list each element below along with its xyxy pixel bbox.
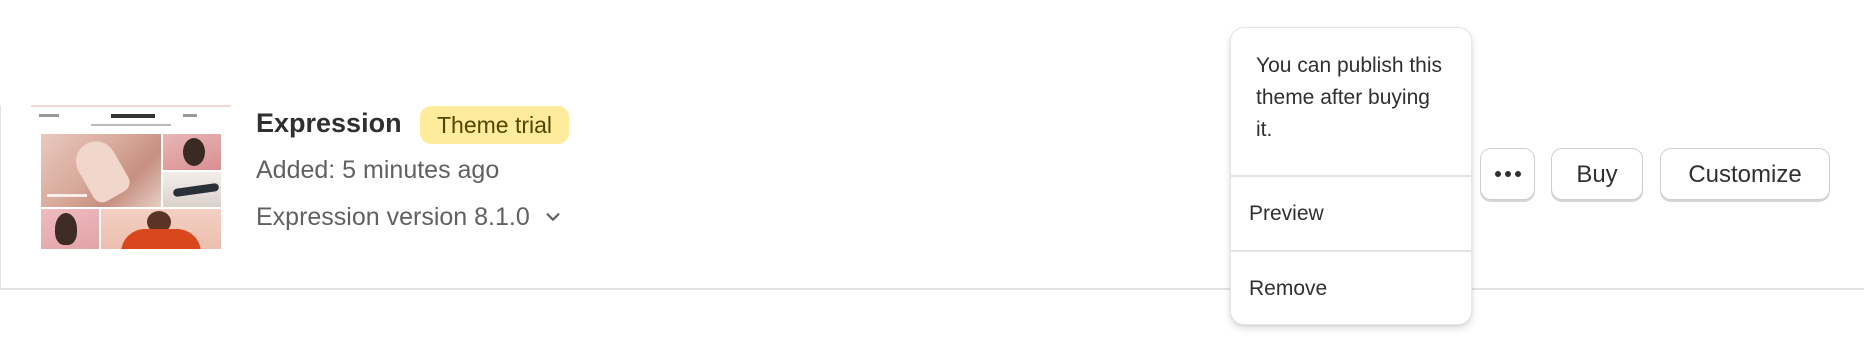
thumbnail-hero-image — [41, 134, 161, 207]
theme-name: Expression — [256, 108, 402, 138]
theme-version-label: Expression version 8.1.0 — [256, 203, 530, 231]
thumbnail-menu — [91, 124, 171, 126]
remove-menu-item[interactable]: Remove — [1231, 250, 1471, 323]
ellipsis-icon — [1481, 149, 1534, 199]
customize-button[interactable]: Customize — [1660, 148, 1830, 200]
more-actions-button[interactable] — [1480, 148, 1535, 200]
thumbnail-nav-left — [39, 114, 59, 117]
thumbnail-nav-right — [183, 114, 197, 117]
thumbnail-product-image — [163, 172, 221, 207]
theme-row: Expression Theme trial Added: 5 minutes … — [0, 105, 1864, 290]
theme-added-time: Added: 5 minutes ago — [256, 156, 500, 184]
publish-note: You can publish this theme after buying … — [1231, 28, 1471, 177]
chevron-down-icon — [546, 213, 560, 221]
theme-actions-popover: You can publish this theme after buying … — [1230, 27, 1472, 325]
thumbnail-model-image — [41, 209, 99, 249]
theme-library: Expression Theme trial Added: 5 minutes … — [0, 0, 1864, 350]
theme-trial-badge: Theme trial — [420, 106, 570, 144]
thumbnail-portrait-image — [163, 134, 221, 170]
theme-version-toggle[interactable]: Expression version 8.1.0 — [256, 200, 562, 234]
thumbnail-brand-logo — [111, 114, 155, 118]
thumbnail-fashion-image — [101, 209, 221, 249]
buy-button[interactable]: Buy — [1551, 148, 1643, 200]
theme-thumbnail[interactable] — [31, 105, 231, 256]
preview-menu-item[interactable]: Preview — [1231, 177, 1471, 250]
